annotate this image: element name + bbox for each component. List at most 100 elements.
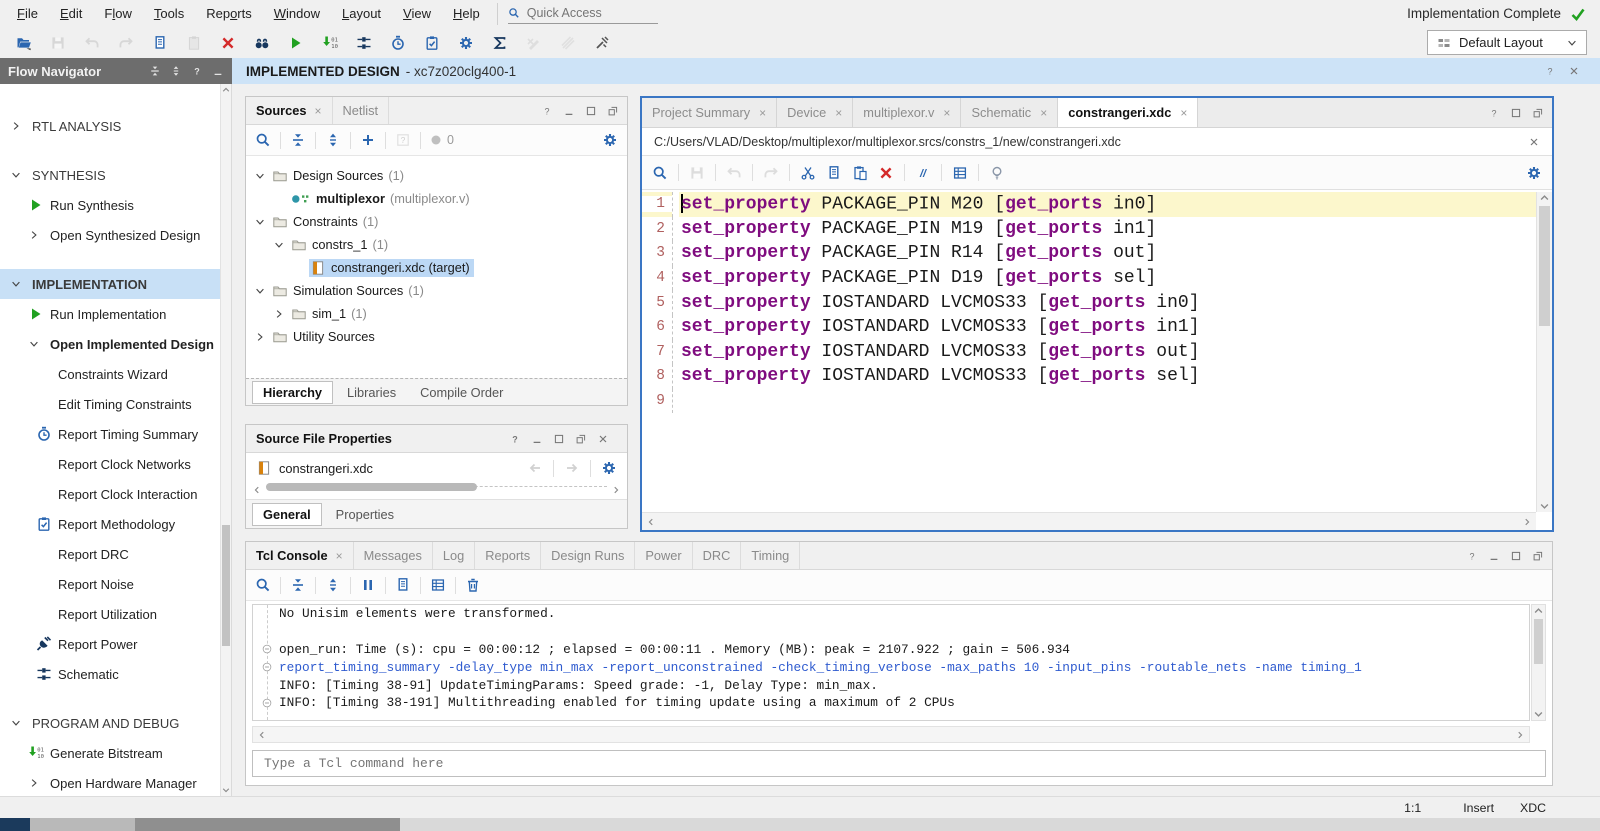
menu-layout[interactable]: Layout (331, 6, 392, 21)
clear-icon[interactable] (465, 577, 481, 593)
expand-all-icon[interactable] (325, 132, 341, 148)
tree-row-constraints[interactable]: Constraints (1) (246, 210, 627, 233)
tree-row-sim-1[interactable]: sim_1 (1) (246, 302, 627, 325)
tree-row-simulation-sources[interactable]: Simulation Sources (1) (246, 279, 627, 302)
open-project-button[interactable] (8, 29, 39, 56)
pause-icon[interactable] (360, 577, 376, 593)
editor-vertical-scrollbar[interactable] (1536, 192, 1552, 512)
scroll-up-icon[interactable] (1537, 192, 1552, 204)
minimize-icon[interactable] (212, 65, 224, 77)
tcl-command-input[interactable] (262, 755, 1536, 772)
maximize-icon[interactable] (553, 433, 565, 445)
menu-edit[interactable]: Edit (49, 6, 93, 21)
menu-flow[interactable]: Flow (93, 6, 142, 21)
tab-general[interactable]: General (252, 503, 322, 526)
collapse-all-icon[interactable] (290, 132, 306, 148)
code-line-1[interactable]: 1set_property PACKAGE_PIN M20 [get_ports… (642, 192, 1536, 217)
expand-all-icon[interactable] (170, 65, 182, 77)
find-button[interactable] (246, 29, 277, 56)
close-tab-icon[interactable]: × (1180, 106, 1187, 120)
hint-icon[interactable] (989, 165, 1005, 181)
chev-r-icon[interactable] (254, 331, 266, 343)
scroll-left-icon[interactable] (646, 517, 656, 527)
code-line-5[interactable]: 5set_property IOSTANDARD LVCMOS33 [get_p… (642, 290, 1536, 315)
search-icon[interactable] (652, 165, 668, 181)
close-tab-icon[interactable]: × (315, 104, 322, 118)
gear-icon[interactable] (602, 132, 618, 148)
scroll-left-icon[interactable] (257, 730, 267, 740)
code-editor[interactable]: 1set_property PACKAGE_PIN M20 [get_ports… (642, 192, 1536, 512)
tab-tcl-console[interactable]: Tcl Console× (246, 542, 354, 569)
scroll-down-icon[interactable] (221, 784, 231, 796)
help-icon[interactable]: ? (191, 65, 203, 77)
console-horizontal-scrollbar[interactable] (252, 726, 1530, 743)
code-line-9[interactable]: 9 (642, 389, 1536, 414)
forward-icon[interactable] (564, 460, 580, 476)
expand-all-icon[interactable] (325, 577, 341, 593)
tab-multiplexor-v[interactable]: multiplexor.v× (853, 98, 961, 127)
flownav-item-generate-bitstream[interactable]: 0110Generate Bitstream (0, 738, 231, 768)
scroll-up-icon[interactable] (221, 84, 231, 96)
help-icon[interactable]: ? (541, 105, 553, 117)
report-methodology-button[interactable] (416, 29, 447, 56)
flownav-item-report-timing-summary[interactable]: Report Timing Summary (0, 419, 231, 449)
fold-collapse-icon[interactable] (261, 697, 273, 709)
minimize-icon[interactable] (563, 105, 575, 117)
scroll-down-icon[interactable] (1532, 708, 1545, 720)
tree-row-constrs-1[interactable]: constrs_1 (1) (246, 233, 627, 256)
scroll-down-icon[interactable] (1537, 500, 1552, 512)
flownav-item-implementation[interactable]: IMPLEMENTATION (0, 269, 231, 299)
quick-access-search[interactable] (508, 3, 658, 24)
tab-messages[interactable]: Messages (354, 542, 433, 569)
close-tab-icon[interactable]: × (336, 549, 343, 563)
layout-selector[interactable]: Default Layout (1427, 30, 1587, 55)
paste-icon[interactable] (852, 165, 868, 181)
scrollbar-thumb[interactable] (222, 525, 230, 646)
minimize-icon[interactable] (1488, 550, 1500, 562)
collapse-all-icon[interactable] (149, 65, 161, 77)
flownav-item-report-drc[interactable]: Report DRC (0, 539, 231, 569)
chev-d-icon[interactable] (254, 170, 266, 182)
menu-window[interactable]: Window (263, 6, 331, 21)
code-line-3[interactable]: 3set_property PACKAGE_PIN R14 [get_ports… (642, 241, 1536, 266)
scroll-right-icon[interactable] (1522, 517, 1532, 527)
menu-help[interactable]: Help (442, 6, 491, 21)
menu-reports[interactable]: Reports (195, 6, 263, 21)
copy-button[interactable] (144, 29, 175, 56)
tab-project-summary[interactable]: Project Summary× (642, 98, 777, 127)
delete-button[interactable] (212, 29, 243, 56)
flownav-item-run-implementation[interactable]: Run Implementation (0, 299, 231, 329)
flownav-item-report-clock-interaction[interactable]: Report Clock Interaction (0, 479, 231, 509)
maximize-icon[interactable] (1510, 550, 1522, 562)
columns-icon[interactable] (430, 577, 446, 593)
flownav-item-edit-timing-constraints[interactable]: Edit Timing Constraints (0, 389, 231, 419)
close-tab-icon[interactable]: × (943, 106, 950, 120)
editor-horizontal-scrollbar[interactable] (642, 512, 1536, 530)
flownav-item-synthesis[interactable]: SYNTHESIS (0, 160, 231, 190)
maximize-icon[interactable] (1510, 107, 1522, 119)
chev-d-icon[interactable] (273, 239, 285, 251)
horizontal-scrollbar[interactable] (252, 483, 621, 496)
menu-file[interactable]: File (6, 6, 49, 21)
chev-d-icon[interactable] (254, 285, 266, 297)
code-line-2[interactable]: 2set_property PACKAGE_PIN M19 [get_ports… (642, 217, 1536, 242)
close-tab-icon[interactable]: × (1040, 106, 1047, 120)
collapse-all-icon[interactable] (290, 577, 306, 593)
search-icon[interactable] (255, 577, 271, 593)
settings-button[interactable] (450, 29, 481, 56)
tree-row-constrangeri-xdc-target[interactable]: constrangeri.xdc (target) (246, 256, 627, 279)
chev-r-icon[interactable] (273, 308, 285, 320)
delete-icon[interactable] (878, 165, 894, 181)
flownav-item-report-power[interactable]: Report Power (0, 629, 231, 659)
tab-drc[interactable]: DRC (693, 542, 742, 569)
fold-collapse-icon[interactable] (261, 661, 273, 673)
tab-reports[interactable]: Reports (475, 542, 541, 569)
tab-netlist[interactable]: Netlist (333, 97, 390, 124)
float-icon[interactable] (1532, 107, 1544, 119)
help-icon[interactable]: ? (1488, 107, 1500, 119)
toggle-comment-icon[interactable]: // (915, 165, 931, 181)
flownav-item-open-synthesized-design[interactable]: Open Synthesized Design (0, 220, 231, 250)
cut-icon[interactable] (800, 165, 816, 181)
tab-constrangeri-xdc[interactable]: constrangeri.xdc× (1058, 98, 1198, 127)
menu-tools[interactable]: Tools (143, 6, 195, 21)
